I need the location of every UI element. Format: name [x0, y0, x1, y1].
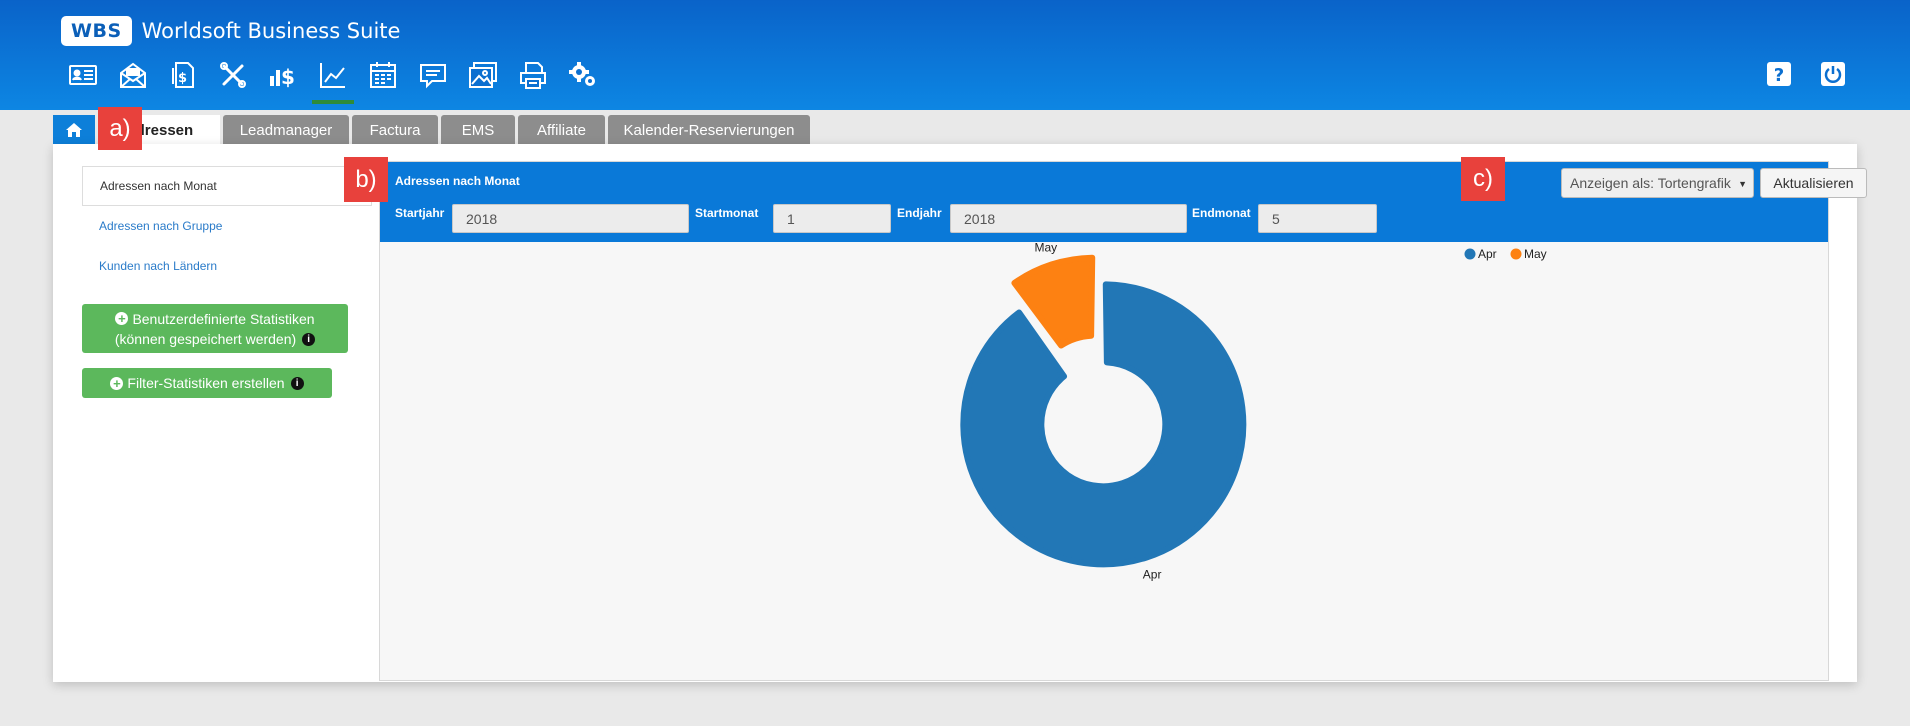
home-tab[interactable]: [53, 115, 95, 145]
app-header: WBS Worldsoft Business Suite $ $ ?: [0, 0, 1910, 110]
custom-statistics-button[interactable]: + Benutzerdefinierte Statistiken (können …: [82, 304, 348, 353]
startjahr-label: Startjahr: [395, 206, 445, 220]
callout-c: c): [1461, 157, 1505, 201]
statistics-panel: Adressen nach Monat Startjahr 2018 Start…: [379, 161, 1867, 681]
endjahr-input[interactable]: 2018: [950, 204, 1187, 233]
tab-kalender-reservierungen[interactable]: Kalender-Reservierungen: [608, 115, 810, 145]
legend-swatch-may[interactable]: [1510, 248, 1522, 260]
chart-legend: Apr May: [1464, 247, 1547, 261]
contact-card-icon[interactable]: [58, 58, 108, 104]
calendar-icon[interactable]: [358, 58, 408, 104]
filter-stats-label: Filter-Statistiken erstellen: [127, 375, 285, 391]
stats-sidebar: Adressen nach Monat Adressen nach Gruppe…: [82, 166, 372, 286]
refresh-button[interactable]: Aktualisieren: [1760, 168, 1867, 198]
gallery-icon[interactable]: [458, 58, 508, 104]
startmonat-label: Startmonat: [695, 206, 759, 220]
info-icon[interactable]: i: [290, 376, 304, 390]
comment-icon[interactable]: [408, 58, 458, 104]
app-title: Worldsoft Business Suite: [141, 19, 401, 43]
legend-label-may[interactable]: May: [1524, 247, 1547, 261]
main-toolbar: $ $: [58, 58, 608, 104]
startjahr-input[interactable]: 2018: [452, 204, 689, 233]
newsletter-icon[interactable]: [108, 58, 158, 104]
plus-circle-icon: +: [115, 311, 129, 325]
svg-text:$: $: [178, 71, 187, 86]
settings-gears-icon[interactable]: [558, 58, 608, 104]
display-type-value: Anzeigen als: Tortengrafik: [1570, 175, 1731, 191]
power-icon[interactable]: [1820, 61, 1846, 87]
tab-ems[interactable]: EMS: [441, 115, 515, 145]
endjahr-label: Endjahr: [897, 206, 942, 220]
panel-header: Adressen nach Monat Startjahr 2018 Start…: [380, 162, 1867, 242]
endmonat-label: Endmonat: [1192, 206, 1251, 220]
legend-swatch-apr[interactable]: [1464, 248, 1476, 260]
custom-stats-line2: (können gespeichert werden): [114, 330, 297, 347]
tools-icon[interactable]: [208, 58, 258, 104]
app-logo[interactable]: WBS Worldsoft Business Suite: [61, 15, 400, 47]
endmonat-input[interactable]: 5: [1258, 204, 1377, 233]
donut-chart: Apr May Apr May: [960, 242, 1547, 582]
chevron-down-icon: ▼: [1738, 179, 1747, 189]
print-icon[interactable]: [508, 58, 558, 104]
svg-text:$: $: [281, 65, 295, 89]
sales-chart-icon[interactable]: $: [258, 58, 308, 104]
tab-leadmanager[interactable]: Leadmanager: [223, 115, 349, 145]
callout-a: a): [98, 107, 142, 150]
display-type-select[interactable]: Anzeigen als: Tortengrafik ▼: [1561, 168, 1754, 198]
statistics-icon[interactable]: [308, 58, 358, 104]
slice-label-apr: Apr: [1143, 568, 1162, 582]
sidebar-item-kunden-nach-laendern[interactable]: Kunden nach Ländern: [82, 246, 372, 286]
home-icon: [66, 123, 82, 137]
slice-label-may: May: [1035, 242, 1058, 254]
custom-stats-line1: Benutzerdefinierte Statistiken: [132, 310, 315, 327]
tab-affiliate[interactable]: Affiliate: [518, 115, 605, 145]
plus-circle-icon: +: [110, 376, 124, 390]
tab-factura[interactable]: Factura: [352, 115, 438, 145]
sidebar-item-adressen-nach-monat[interactable]: Adressen nach Monat: [82, 166, 372, 206]
svg-text:?: ?: [1774, 65, 1784, 86]
info-icon[interactable]: i: [302, 332, 316, 346]
slice-apr[interactable]: [960, 281, 1247, 568]
chart-slices: [960, 254, 1247, 568]
invoice-icon[interactable]: $: [158, 58, 208, 104]
legend-label-apr[interactable]: Apr: [1478, 247, 1497, 261]
panel-title: Adressen nach Monat: [395, 174, 520, 188]
startmonat-input[interactable]: 1: [773, 204, 891, 233]
module-tabs: Adressen Leadmanager Factura EMS Affilia…: [53, 115, 813, 145]
callout-b: b): [344, 157, 388, 202]
content-card: Adressen nach Monat Adressen nach Gruppe…: [53, 144, 1867, 682]
logo-badge: WBS: [61, 16, 132, 46]
sidebar-item-adressen-nach-gruppe[interactable]: Adressen nach Gruppe: [82, 206, 372, 246]
filter-statistics-button[interactable]: + Filter-Statistiken erstellen i: [82, 368, 332, 398]
help-icon[interactable]: ?: [1766, 61, 1792, 87]
